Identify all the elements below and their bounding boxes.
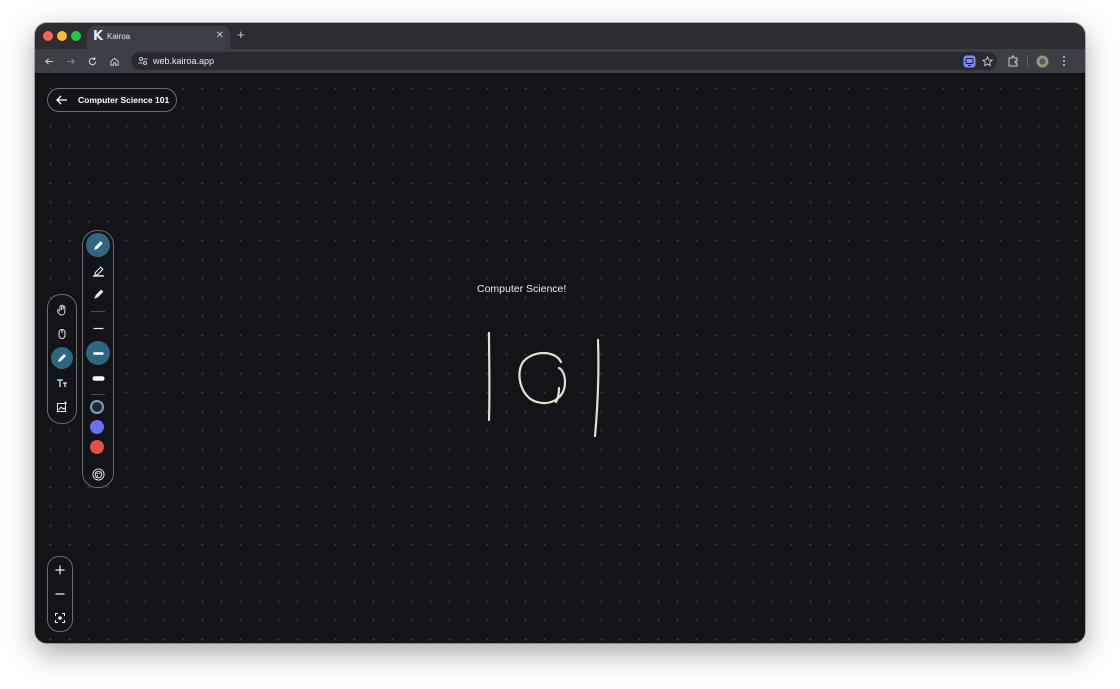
zoom-in-button[interactable] xyxy=(50,560,70,580)
toolbar-divider xyxy=(1027,55,1028,67)
color-swatch-red[interactable] xyxy=(90,440,104,454)
forward-nav-button[interactable] xyxy=(62,53,78,69)
left-toolbar xyxy=(47,294,77,424)
site-info-icon[interactable] xyxy=(137,55,149,67)
zoom-in-icon xyxy=(55,565,65,575)
favicon-icon: K xyxy=(93,29,104,44)
profile-button[interactable] xyxy=(1034,53,1050,69)
text-tool-button[interactable] xyxy=(51,372,73,394)
back-to-course-button[interactable]: Computer Science 101 xyxy=(47,88,177,112)
browser-toolbar: web.kairoa.app xyxy=(35,49,1085,73)
bookmark-button[interactable] xyxy=(979,53,995,69)
panel-divider xyxy=(91,311,105,312)
pen-icon xyxy=(93,240,103,250)
browser-window: K Kairoa ✕ + web.kairoa.app Computer Sci… xyxy=(35,23,1085,643)
extensions-button[interactable] xyxy=(1005,53,1021,69)
zoom-controls xyxy=(47,556,73,632)
back-nav-button[interactable] xyxy=(41,53,57,69)
highlighter-type-button[interactable] xyxy=(86,258,110,282)
fit-screen-icon xyxy=(55,613,65,623)
browser-tab[interactable]: K Kairoa ✕ xyxy=(87,26,230,49)
text-icon xyxy=(57,379,67,387)
home-icon xyxy=(109,57,119,66)
stroke-thick-button[interactable] xyxy=(86,366,110,390)
thin-line-icon xyxy=(93,327,103,329)
pen-tool-button[interactable] xyxy=(51,347,73,369)
marker-icon xyxy=(93,289,103,299)
hand-icon xyxy=(57,304,66,316)
new-tab-button[interactable]: + xyxy=(237,27,245,42)
canvas-text-item[interactable]: Computer Science! xyxy=(477,283,566,295)
home-button[interactable] xyxy=(106,53,122,69)
pen-options-panel xyxy=(82,230,114,488)
star-icon xyxy=(981,55,993,67)
medium-line-icon xyxy=(93,351,103,355)
minimize-window-button[interactable] xyxy=(57,31,67,41)
fit-screen-button[interactable] xyxy=(50,608,70,628)
marker-type-button[interactable] xyxy=(86,282,110,306)
palette-icon xyxy=(91,467,105,481)
zoom-out-button[interactable] xyxy=(50,584,70,604)
panel-divider xyxy=(91,394,105,395)
cast-icon xyxy=(963,55,975,67)
menu-button[interactable] xyxy=(1056,53,1072,69)
cast-button[interactable] xyxy=(961,53,977,69)
tab-strip: K Kairoa ✕ + xyxy=(35,23,1085,49)
image-icon xyxy=(57,401,67,412)
maximize-window-button[interactable] xyxy=(71,31,81,41)
pen-icon xyxy=(58,354,66,362)
handwritten-drawing[interactable] xyxy=(475,328,615,448)
avatar-icon xyxy=(1036,55,1048,67)
thick-line-icon xyxy=(92,375,104,381)
stroke-medium-button[interactable] xyxy=(86,341,110,365)
hand-tool-button[interactable] xyxy=(51,299,73,321)
image-tool-button[interactable] xyxy=(51,396,73,418)
whiteboard-canvas[interactable]: Computer Science 101 Computer Science! xyxy=(35,73,1085,643)
tab-title: Kairoa xyxy=(107,32,131,41)
pen-type-button[interactable] xyxy=(86,233,110,257)
reload-icon xyxy=(88,56,96,65)
arrow-left-icon xyxy=(56,95,67,105)
arrow-left-icon xyxy=(44,57,53,65)
highlighter-icon xyxy=(92,265,104,277)
arrow-right-icon xyxy=(66,57,75,65)
puzzle-icon xyxy=(1008,55,1018,67)
close-window-button[interactable] xyxy=(43,31,53,41)
close-tab-icon[interactable]: ✕ xyxy=(216,30,224,41)
reload-button[interactable] xyxy=(84,53,100,69)
zoom-out-icon xyxy=(55,593,65,595)
url-text: web.kairoa.app xyxy=(153,56,215,66)
kebab-menu-icon xyxy=(1063,56,1065,66)
select-tool-button[interactable] xyxy=(51,323,73,345)
color-swatch-dark[interactable] xyxy=(90,400,104,414)
mouse-icon xyxy=(58,329,66,339)
custom-color-button[interactable] xyxy=(86,462,110,486)
color-swatch-blue[interactable] xyxy=(90,420,104,434)
address-bar[interactable]: web.kairoa.app xyxy=(131,52,997,70)
course-title: Computer Science 101 xyxy=(78,95,170,105)
stroke-thin-button[interactable] xyxy=(86,316,110,340)
